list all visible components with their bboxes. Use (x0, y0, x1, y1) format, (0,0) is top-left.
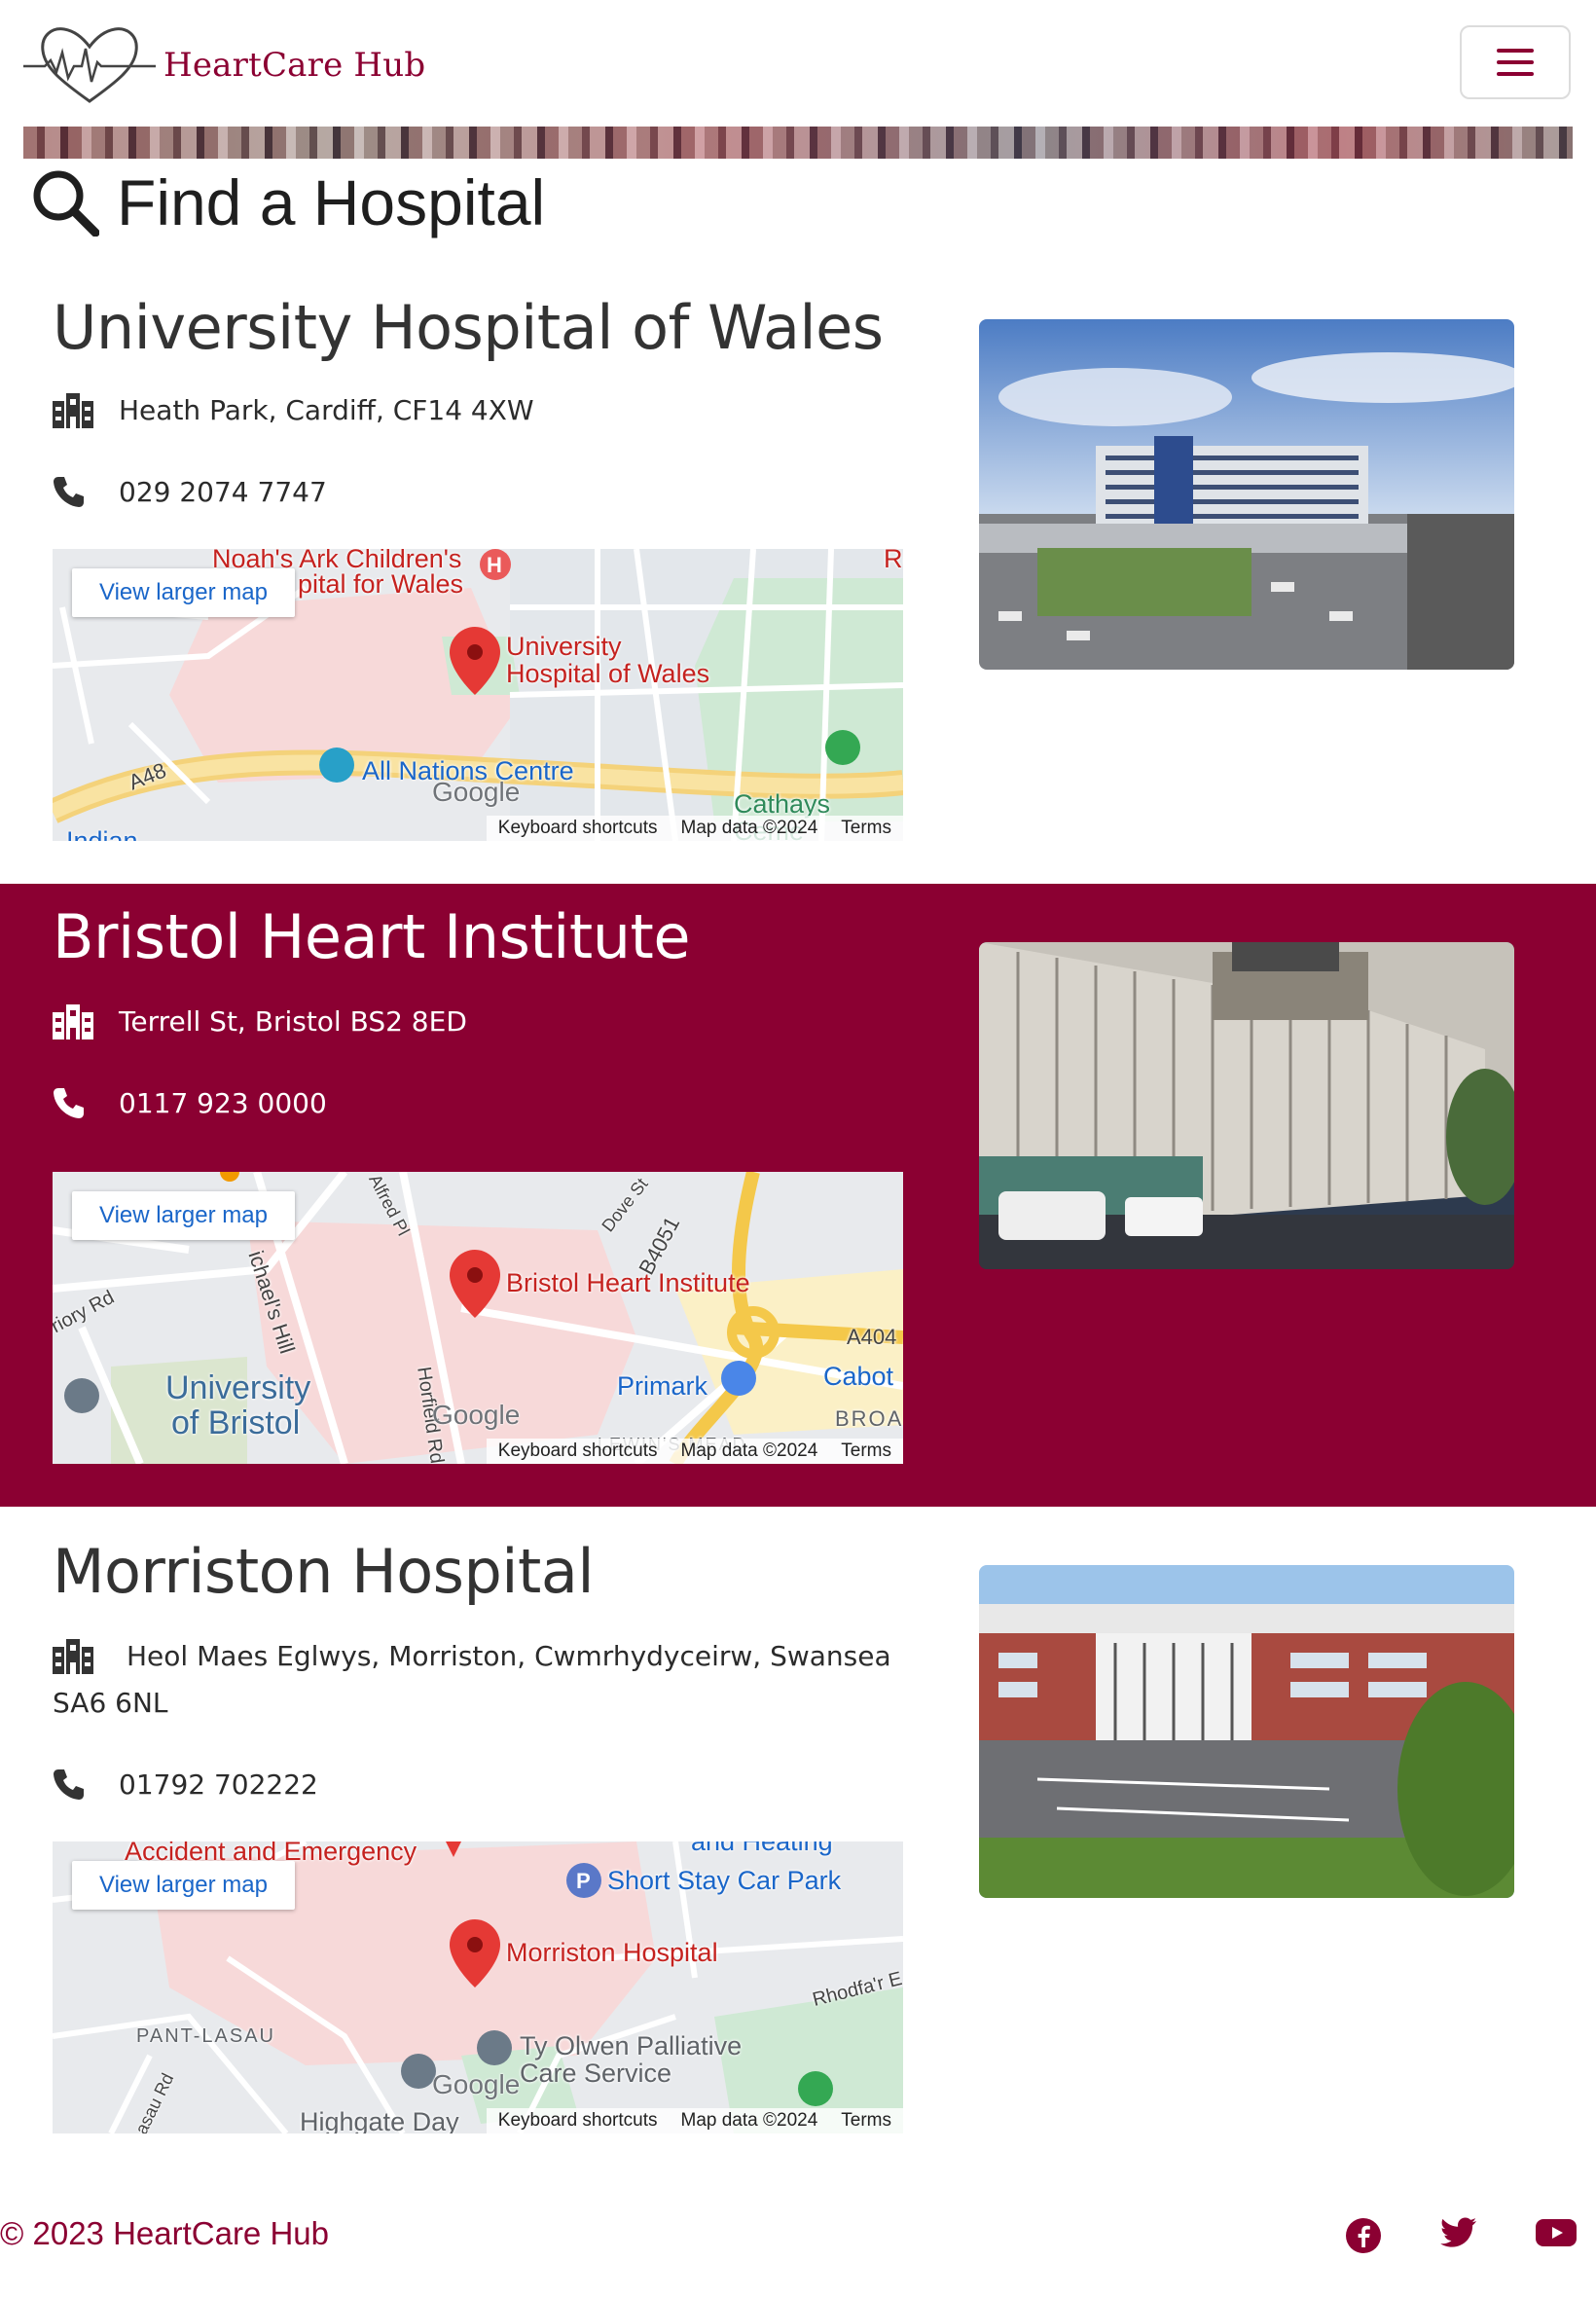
hospital-address: Heath Park, Cardiff, CF14 4XW (53, 387, 909, 434)
map-label: PANT-LASAU (136, 2025, 275, 2047)
map-footer: Keyboard shortcuts Map data ©2024 Terms (486, 816, 903, 841)
svg-text:P: P (576, 1869, 591, 1893)
map-label: Primark (617, 1371, 707, 1401)
embedded-map[interactable]: P View larger map Accident and Emergency… (53, 1841, 903, 2133)
map-label: Ro (884, 549, 903, 573)
keyboard-shortcuts-link[interactable]: Keyboard shortcuts (487, 1440, 670, 1462)
terms-link[interactable]: Terms (829, 818, 903, 839)
youtube-icon[interactable] (1536, 2217, 1577, 2248)
hospital-photo (979, 319, 1514, 670)
map-label: University (165, 1369, 311, 1406)
phone-icon (53, 469, 119, 512)
hospital-phone: 01792 702222 (53, 1762, 909, 1808)
phone-text[interactable]: 01792 702222 (119, 1762, 318, 1808)
map-label: of Bristol (171, 1404, 301, 1441)
embedded-map[interactable]: View larger map Bristol Heart Institute … (53, 1172, 903, 1464)
google-logo: Google (432, 2069, 521, 2099)
phone-text[interactable]: 029 2074 7747 (119, 469, 327, 516)
view-larger-map-link[interactable]: View larger map (72, 1861, 295, 1910)
keyboard-shortcuts-link[interactable]: Keyboard shortcuts (487, 2110, 670, 2132)
twitter-icon[interactable] (1440, 2217, 1477, 2250)
map-label: Indian (66, 826, 138, 841)
hospital-address: Heol Maes Eglwys, Morriston, Cwmrhydycei… (53, 1633, 909, 1727)
phone-text[interactable]: 0117 923 0000 (119, 1080, 327, 1127)
map-label: pital for Wales (298, 569, 464, 599)
address-text: Heath Park, Cardiff, CF14 4XW (119, 394, 534, 426)
hospital-phone: 0117 923 0000 (53, 1080, 909, 1127)
google-logo: Google (432, 1400, 521, 1430)
map-label: Highgate Day (300, 2107, 459, 2133)
map-footer: Keyboard shortcuts Map data ©2024 Terms (486, 1439, 903, 1464)
map-label: University (506, 632, 622, 661)
map-label: Hospital of Wales (506, 659, 710, 688)
phone-icon (53, 1762, 119, 1805)
brand-logo[interactable]: HeartCare Hub (23, 23, 425, 107)
view-larger-map-link[interactable]: View larger map (72, 1191, 295, 1240)
terms-link[interactable]: Terms (829, 1440, 903, 1462)
svg-text:H: H (487, 553, 502, 577)
map-label: Bristol Heart Institute (506, 1268, 750, 1297)
hospital-card: Bristol Heart Institute Terrell St, Bris… (0, 884, 1596, 1507)
hospital-photo (979, 1565, 1514, 1898)
map-label: Care Service (520, 2059, 672, 2088)
map-footer: Keyboard shortcuts Map data ©2024 Terms (486, 2108, 903, 2133)
hospital-building-icon (53, 999, 119, 1043)
terms-link[interactable]: Terms (829, 2110, 903, 2132)
map-label: and Heating (691, 1841, 833, 1856)
menu-toggle-button[interactable] (1460, 25, 1571, 99)
hospital-address: Terrell St, Bristol BS2 8ED (53, 999, 909, 1045)
navbar: HeartCare Hub (0, 0, 1596, 127)
brand-name: HeartCare Hub (163, 46, 426, 85)
map-data-text: Map data ©2024 (680, 1440, 818, 1461)
phone-icon (53, 1080, 119, 1123)
address-text: Heol Maes Eglwys, Morriston, Cwmrhydycei… (127, 1640, 891, 1672)
hospital-phone: 029 2074 7747 (53, 469, 909, 516)
map-data-text: Map data ©2024 (680, 2110, 818, 2131)
facebook-icon[interactable] (1345, 2217, 1382, 2254)
hospital-card: University Hospital of Wales Heath Park,… (0, 282, 1596, 886)
footer-copyright: © 2023 HeartCare Hub (0, 2215, 329, 2251)
address-text: Terrell St, Bristol BS2 8ED (119, 1005, 467, 1038)
hospital-photo (979, 942, 1514, 1269)
embedded-map[interactable]: H View larger map Noah's Ark Children's … (53, 549, 903, 841)
hero-banner-image (23, 127, 1573, 159)
map-data-text: Map data ©2024 (680, 818, 818, 838)
map-label: Cabot (823, 1362, 894, 1391)
hamburger-icon (1497, 49, 1534, 76)
map-label: Short Stay Car Park (607, 1866, 842, 1895)
map-label: BROAD (835, 1406, 903, 1431)
map-label: A404 (847, 1325, 897, 1349)
keyboard-shortcuts-link[interactable]: Keyboard shortcuts (487, 818, 670, 839)
map-label: Accident and Emergency (125, 1841, 417, 1866)
hospital-building-icon (53, 387, 119, 432)
heart-pulse-logo-icon (23, 27, 156, 103)
view-larger-map-link[interactable]: View larger map (72, 568, 295, 617)
search-icon (33, 170, 99, 237)
map-label: Ty Olwen Palliative (520, 2031, 743, 2060)
hospital-name: Morriston Hospital (53, 1536, 595, 1607)
hospital-card: Morriston Hospital Heol Maes Eglwys, Mor… (0, 1507, 1596, 2149)
map-label: Morriston Hospital (506, 1938, 718, 1967)
google-logo: Google (432, 777, 521, 807)
hospital-name: University Hospital of Wales (53, 292, 884, 363)
page-title: Find a Hospital (31, 164, 545, 241)
page-title-text: Find a Hospital (117, 166, 546, 238)
address-postcode: SA6 6NL (53, 1687, 168, 1719)
hospital-name: Bristol Heart Institute (53, 901, 690, 972)
